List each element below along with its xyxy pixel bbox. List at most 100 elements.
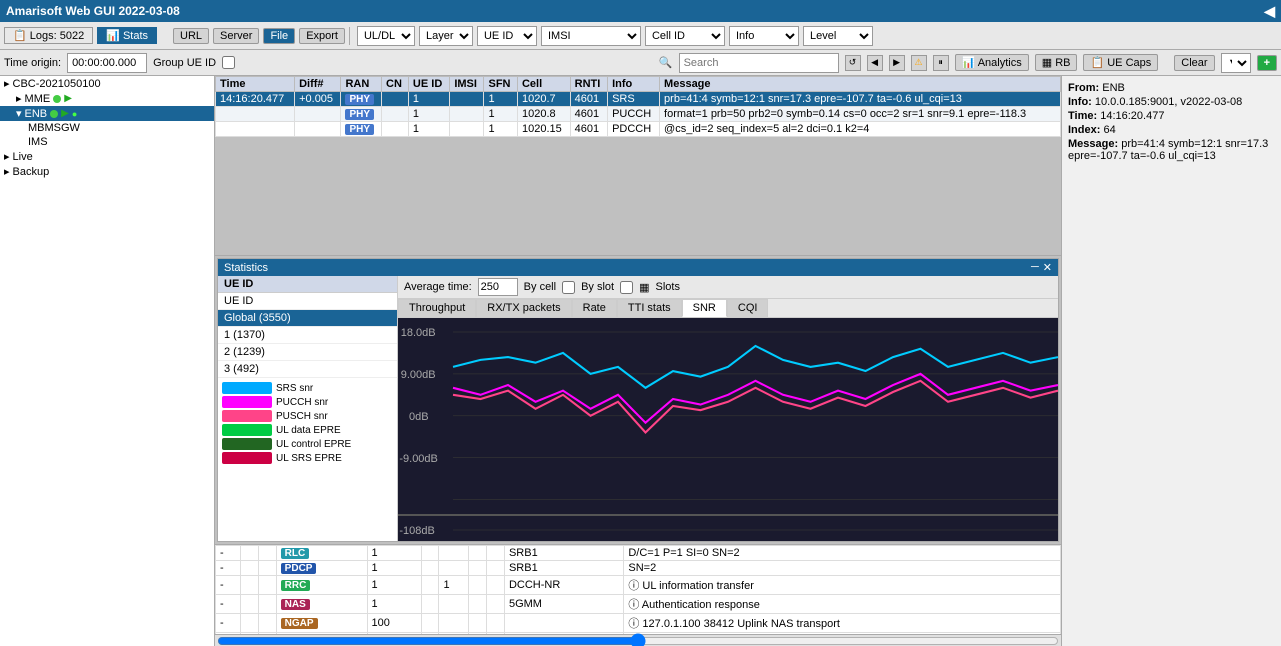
cn-badge: NAS	[281, 599, 310, 610]
stats-right-panel: Average time: By cell By slot ▦ Slots Th…	[398, 276, 1058, 541]
add-button[interactable]: +	[1257, 55, 1277, 71]
col-ueid: UE ID	[408, 77, 449, 92]
next-button[interactable]: ▶	[889, 55, 905, 71]
cell-cell: 1020.7	[517, 92, 570, 107]
cell-imsi	[450, 107, 484, 122]
tab-cqi[interactable]: CQI	[727, 299, 769, 317]
tree-expand-icon: ▸	[4, 77, 10, 90]
uecaps-button[interactable]: 📋 UE Caps	[1083, 54, 1158, 71]
table-row[interactable]: - RRC 1 1 DCCH-NR ⓘ UL information trans…	[216, 576, 1061, 595]
avg-time-input[interactable]	[478, 278, 518, 296]
info-select[interactable]: Info	[729, 26, 799, 46]
legend-color-swatch	[222, 424, 272, 436]
level-select[interactable]: Level	[803, 26, 873, 46]
ue-list-item[interactable]: Global (3550)	[218, 310, 397, 327]
tree-item-cbc[interactable]: ▸ CBC-2021050100	[0, 76, 214, 91]
search-input[interactable]	[679, 53, 839, 73]
ue-list-item[interactable]: 1 (1370)	[218, 327, 397, 344]
cellid-select[interactable]: Cell ID	[645, 26, 725, 46]
imsi-select[interactable]: IMSI	[541, 26, 641, 46]
stats-close-icon[interactable]: ✕	[1043, 261, 1052, 274]
url-button[interactable]: URL	[173, 28, 209, 44]
ue-list-item[interactable]: UE ID	[218, 293, 397, 310]
by-slot-checkbox[interactable]	[620, 281, 633, 294]
mme-play-icon[interactable]: ▶	[64, 93, 72, 104]
layer-select[interactable]: Layer	[419, 26, 473, 46]
col-diff: Diff#	[295, 77, 341, 92]
export-button[interactable]: Export	[299, 28, 345, 44]
enb-play-icon[interactable]: ▶	[61, 108, 69, 119]
tab-rate[interactable]: Rate	[572, 299, 617, 317]
cell-imsi	[421, 614, 439, 633]
tree-item-mme[interactable]: ▸ MME ▶	[0, 91, 214, 106]
cell-cell	[469, 614, 487, 633]
group-ueid-checkbox[interactable]	[222, 56, 235, 69]
enb-status-dot	[50, 110, 58, 118]
toolbar: 📋 Logs: 5022 📊 Stats URL Server File Exp…	[0, 22, 1281, 50]
warn-button[interactable]: ⚠	[911, 55, 927, 71]
table-row[interactable]: - RLC 1 SRB1 D/C=1 P=1 SI=0 SN=2	[216, 546, 1061, 561]
chart-lower: -108dB -117dB -126dB -135dB 19:10:21 19:…	[398, 516, 1058, 542]
prev-button[interactable]: ◀	[867, 55, 883, 71]
close-button[interactable]: ◀	[1264, 3, 1275, 20]
tab-ttistats[interactable]: TTI stats	[617, 299, 682, 317]
by-cell-checkbox[interactable]	[562, 281, 575, 294]
cell-ueid: 1	[408, 107, 449, 122]
svg-text:9.00dB: 9.00dB	[401, 369, 436, 381]
ueid-select[interactable]: UE ID	[477, 26, 537, 46]
ue-list-item[interactable]: 3 (492)	[218, 361, 397, 378]
cell-cell	[469, 595, 487, 614]
scrollbar[interactable]	[215, 634, 1061, 646]
cell-ran	[258, 576, 276, 595]
scroll-range[interactable]	[217, 637, 1059, 645]
cell-cn	[382, 122, 409, 137]
center-panel: Time Diff# RAN CN UE ID IMSI SFN Cell RN…	[215, 76, 1061, 646]
tab-snr[interactable]: SNR	[682, 299, 727, 317]
cell-time	[216, 107, 295, 122]
legend-item: PUSCH snr	[222, 410, 393, 422]
clear-select[interactable]: ▼	[1221, 53, 1251, 73]
cell-time: -	[216, 595, 241, 614]
mode-select[interactable]: UL/DL	[357, 26, 415, 46]
tab-logs[interactable]: 📋 Logs: 5022	[4, 27, 93, 44]
table-row[interactable]: PHY 1 1 1020.15 4601 PDCCH @cs_id=2 seq_…	[216, 122, 1061, 137]
table-row[interactable]: - NGAP 100 ⓘ 127.0.1.100 38412 Uplink NA…	[216, 614, 1061, 633]
cell-cell	[469, 546, 487, 561]
server-button[interactable]: Server	[213, 28, 259, 44]
table-row[interactable]: PHY 1 1 1020.8 4601 PUCCH format=1 prb=5…	[216, 107, 1061, 122]
ims-label: IMS	[28, 136, 48, 148]
tab-rxtx[interactable]: RX/TX packets	[476, 299, 571, 317]
stats-tabs: Throughput RX/TX packets Rate TTI stats …	[398, 299, 1058, 318]
cell-info: PDCCH	[608, 122, 660, 137]
legend-label: UL data EPRE	[276, 425, 341, 436]
enb-label: ENB	[25, 108, 48, 120]
tree-item-enb[interactable]: ▾ ENB ▶ ●	[0, 106, 214, 121]
table-row[interactable]: 14:16:20.477 +0.005 PHY 1 1 1020.7 4601 …	[216, 92, 1061, 107]
time-origin-input[interactable]	[67, 53, 147, 73]
tab-stats[interactable]: 📊 Stats	[97, 27, 157, 44]
analytics-button[interactable]: 📊 Analytics	[955, 54, 1029, 71]
table-row[interactable]: - NAS 1 5GMM ⓘ Authentication response	[216, 595, 1061, 614]
cell-cn: NGAP	[276, 614, 367, 633]
legend-label: UL control EPRE	[276, 439, 351, 450]
ue-list-item[interactable]: 2 (1239)	[218, 344, 397, 361]
pause-button[interactable]: ⏸	[933, 55, 949, 71]
cell-time: 14:16:20.477	[216, 92, 295, 107]
tab-throughput[interactable]: Throughput	[398, 299, 476, 317]
tree-item-backup[interactable]: ▸ Backup	[0, 164, 214, 179]
table-row[interactable]: - PDCP 1 SRB1 SN=2	[216, 561, 1061, 576]
col-rnti: RNTI	[570, 77, 607, 92]
cell-imsi	[450, 92, 484, 107]
stats-minimize-icon[interactable]: ─	[1031, 261, 1039, 274]
file-button[interactable]: File	[263, 28, 295, 44]
from-line: From: ENB	[1068, 82, 1275, 94]
index-line: Index: 64	[1068, 124, 1275, 136]
tree-item-live[interactable]: ▸ Live	[0, 149, 214, 164]
time-label: Time:	[1068, 110, 1100, 122]
clear-button[interactable]: Clear	[1174, 55, 1214, 71]
replay-button[interactable]: ↺	[845, 55, 861, 71]
tree-item-mbmsgw[interactable]: MBMSGW	[0, 121, 214, 135]
tree-item-ims[interactable]: IMS	[0, 135, 214, 149]
rb-button[interactable]: ▦ RB	[1035, 54, 1078, 71]
cell-ran	[258, 561, 276, 576]
